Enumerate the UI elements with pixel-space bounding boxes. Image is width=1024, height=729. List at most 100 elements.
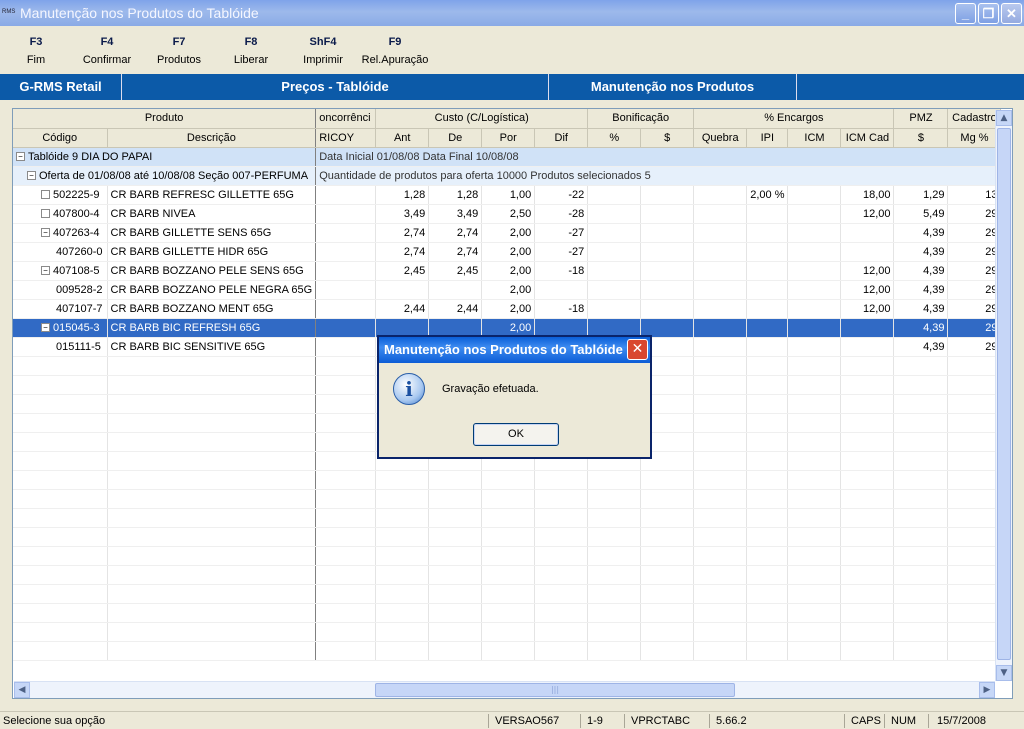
collapse-icon[interactable]: − (16, 152, 25, 162)
header-cadastro: Cadastro (947, 109, 1002, 129)
dialog-close-button[interactable]: ✕ (627, 339, 648, 360)
column-header[interactable]: IPI (746, 128, 789, 148)
empty-cell (315, 489, 377, 509)
column-header[interactable]: Mg % (947, 128, 1002, 148)
minimize-button[interactable]: _ (955, 3, 976, 24)
dif-cell (534, 280, 589, 300)
empty-cell (587, 603, 642, 623)
ricoy-cell (315, 242, 377, 262)
oferta-row[interactable]: − Oferta de 01/08/08 até 10/08/08 Seção 0… (13, 166, 1002, 186)
icm-cell (787, 223, 842, 243)
ok-button[interactable]: OK (473, 423, 559, 446)
ricoy-cell (315, 185, 377, 205)
empty-cell (787, 356, 842, 376)
status-program: VPRCTABC (624, 714, 709, 728)
title-bar[interactable]: RMS Manutenção nos Produtos do Tablóide … (0, 0, 1024, 26)
empty-cell (13, 375, 108, 395)
empty-cell (947, 565, 1002, 585)
ipi-cell (746, 337, 789, 357)
tabloide-name: Tablóide 9 DIA DO PAPAI (28, 150, 153, 163)
empty-cell (787, 489, 842, 509)
product-code: 407107-7 (56, 302, 103, 315)
bonif-value-cell (640, 242, 695, 262)
empty-row (13, 508, 1002, 528)
column-header[interactable]: ICM Cad (840, 128, 895, 148)
column-header[interactable]: Quebra (693, 128, 748, 148)
table-row[interactable]: 009528-2 CR BARB BOZZANO PELE NEGRA 65G 2,… (13, 280, 1002, 300)
empty-cell (893, 375, 949, 395)
empty-cell (787, 451, 842, 471)
empty-cell (693, 432, 748, 452)
column-header[interactable]: Descrição (107, 128, 317, 148)
icm-cad-cell: 12,00 (840, 280, 895, 300)
checkbox-icon[interactable] (41, 190, 50, 200)
collapse-icon[interactable]: − (41, 323, 50, 333)
column-header[interactable]: Por (481, 128, 536, 148)
scroll-up-icon[interactable]: ▲ (996, 110, 1012, 126)
column-header[interactable]: RICOY (315, 128, 377, 148)
fim-button[interactable]: F3 Fim (0, 36, 76, 66)
column-header[interactable]: Código (13, 128, 108, 148)
tabloide-row[interactable]: − Tablóide 9 DIA DO PAPAI Data Inicial 01… (13, 147, 1002, 167)
product-code: 407800-4 (53, 207, 100, 220)
empty-cell (787, 527, 842, 547)
empty-cell (315, 527, 377, 547)
pmz-cell: 4,39 (893, 242, 949, 262)
mg-cell: 29 (947, 280, 1002, 300)
empty-cell (787, 508, 842, 528)
empty-cell (893, 527, 949, 547)
empty-cell (534, 470, 589, 490)
rel-apuracao-button[interactable]: F9 Rel.Apuração (355, 36, 435, 66)
quebra-cell (693, 242, 748, 262)
collapse-icon[interactable]: − (41, 228, 50, 238)
column-header[interactable]: $ (893, 128, 949, 148)
restore-button[interactable]: ❐ (978, 3, 999, 24)
checkbox-icon[interactable] (41, 209, 50, 219)
column-header[interactable]: Dif (534, 128, 589, 148)
collapse-icon[interactable]: − (41, 266, 50, 276)
imprimir-button[interactable]: ShF4 Imprimir (283, 36, 363, 66)
column-header[interactable]: Ant (375, 128, 430, 148)
horizontal-scroll-thumb[interactable]: ||| (375, 683, 735, 697)
scroll-left-icon[interactable]: ◀ (14, 682, 30, 698)
column-header[interactable]: ICM (787, 128, 842, 148)
table-row[interactable]: 407107-7 CR BARB BOZZANO MENT 65G 2,44 2,44… (13, 299, 1002, 319)
empty-cell (947, 470, 1002, 490)
icm-cad-cell: 18,00 (840, 185, 895, 205)
column-header[interactable]: % (587, 128, 642, 148)
horizontal-scrollbar[interactable]: ◀ ||| ▶ (14, 681, 995, 698)
empty-cell (947, 375, 1002, 395)
empty-cell (428, 641, 483, 661)
module-banner: G-RMS Retail Preços - Tablóide Manutençã… (0, 74, 1024, 100)
empty-cell (13, 565, 108, 585)
table-row[interactable]: −407108-5 CR BARB BOZZANO PELE SENS 65G 2,… (13, 261, 1002, 281)
close-window-button[interactable]: ✕ (1001, 3, 1022, 24)
table-row[interactable]: 407260-0 CR BARB GILLETTE HIDR 65G 2,74 2,7… (13, 242, 1002, 262)
empty-cell (534, 565, 589, 585)
vertical-scroll-thumb[interactable] (997, 128, 1011, 660)
ipi-cell (746, 242, 789, 262)
ricoy-cell (315, 204, 377, 224)
produtos-button[interactable]: F7 Produtos (139, 36, 219, 66)
collapse-icon[interactable]: − (27, 171, 36, 181)
empty-row (13, 546, 1002, 566)
scroll-right-icon[interactable]: ▶ (979, 682, 995, 698)
column-header[interactable]: De (428, 128, 483, 148)
table-row[interactable]: −407263-4 CR BARB GILLETTE SENS 65G 2,74 2,… (13, 223, 1002, 243)
table-row[interactable]: 407800-4 CR BARB NIVEA 3,49 3,49 2,50 -28 12,0… (13, 204, 1002, 224)
header-concorrencia: oncorrênci (315, 109, 377, 129)
table-row[interactable]: 502225-9 CR BARB REFRESC GILLETTE 65G 1,28… (13, 185, 1002, 205)
mg-cell: 29 (947, 242, 1002, 262)
empty-cell (693, 394, 748, 414)
vertical-scrollbar[interactable]: ▲ ▼ (995, 110, 1012, 681)
empty-cell (840, 470, 895, 490)
column-header[interactable]: $ (640, 128, 695, 148)
icm-cell (787, 337, 842, 357)
empty-cell (534, 622, 589, 642)
icm-cell (787, 261, 842, 281)
oferta-info: Quantidade de produtos para oferta 10000… (315, 166, 1002, 186)
scroll-down-icon[interactable]: ▼ (996, 665, 1012, 681)
confirmar-button[interactable]: F4 Confirmar (67, 36, 147, 66)
status-bar: Selecione sua opção VERSAO567 1-9 VPRCTA… (0, 711, 1024, 729)
liberar-button[interactable]: F8 Liberar (211, 36, 291, 66)
